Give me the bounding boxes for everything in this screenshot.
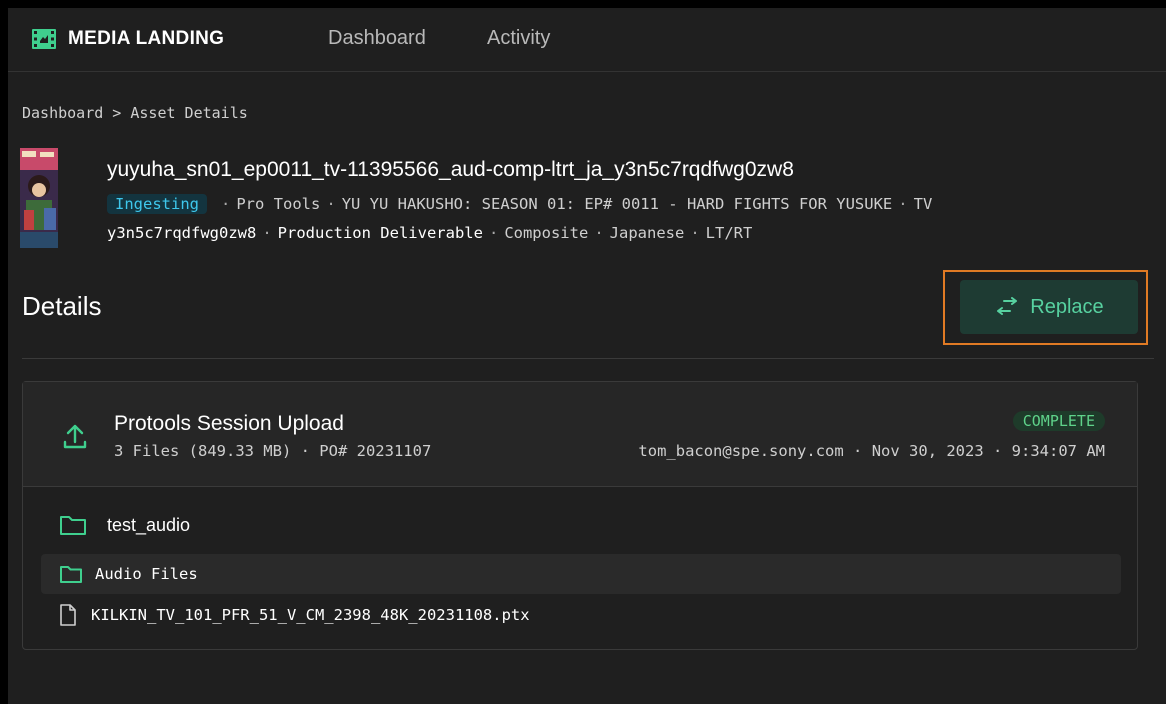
- upload-summary: 3 Files (849.33 MB) · PO# 20231107: [114, 442, 432, 460]
- meta-software: Pro Tools: [236, 195, 321, 213]
- asset-thumbnail: [20, 148, 58, 248]
- file-icon: [60, 604, 76, 626]
- file-row[interactable]: KILKIN_TV_101_PFR_51_V_CM_2398_48K_20231…: [59, 604, 530, 626]
- upload-status-badge: COMPLETE: [1012, 411, 1105, 431]
- separator-dot: ·: [221, 195, 231, 213]
- folder-name: test_audio: [107, 514, 191, 535]
- meta-deliverable-type: Production Deliverable: [277, 224, 483, 242]
- folder-row-audio-files[interactable]: Audio Files: [41, 554, 1121, 594]
- separator-dot: ·: [262, 224, 272, 242]
- replace-button[interactable]: Replace: [960, 280, 1138, 334]
- details-heading: Details: [22, 291, 102, 321]
- upload-icon: [63, 424, 87, 449]
- meta-language: Japanese: [609, 224, 685, 242]
- separator-dot: ·: [594, 224, 604, 242]
- status-badge: Ingesting: [107, 194, 207, 214]
- separator-dot: ·: [326, 195, 336, 213]
- upload-card-header[interactable]: Protools Session Upload 3 Files (849.33 …: [23, 382, 1137, 487]
- asset-meta-line-2: y3n5c7rqdfwg0zw8 · Production Deliverable ·…: [107, 224, 752, 242]
- meta-mix-type: Composite: [504, 224, 589, 242]
- meta-media-type: TV: [913, 195, 933, 213]
- upload-title: Protools Session Upload: [114, 412, 344, 435]
- app-window: MEDIA LANDING Dashboard Activity Dashboa…: [8, 8, 1166, 704]
- asset-meta-line-1: Ingesting · Pro Tools · YU YU HAKUSHO: S…: [107, 194, 932, 214]
- separator-dot: ·: [488, 224, 499, 242]
- replace-button-label: Replace: [1030, 295, 1104, 318]
- top-navigation-bar: MEDIA LANDING Dashboard Activity: [8, 8, 1166, 72]
- app-logo[interactable]: MEDIA LANDING: [32, 28, 224, 50]
- tab-activity[interactable]: Activity: [487, 27, 550, 50]
- meta-series-title: YU YU HAKUSHO: SEASON 01: EP# 0011 - HAR…: [341, 195, 893, 213]
- folder-icon: [60, 516, 86, 535]
- folder-name: Audio Files: [95, 565, 198, 583]
- tab-dashboard[interactable]: Dashboard: [328, 27, 426, 50]
- file-name: KILKIN_TV_101_PFR_51_V_CM_2398_48K_20231…: [91, 606, 530, 624]
- separator-dot: ·: [690, 224, 700, 242]
- folder-row-test-audio[interactable]: test_audio: [59, 514, 190, 536]
- meta-channel-config: LT/RT: [705, 224, 753, 242]
- folder-icon: [60, 566, 82, 583]
- breadcrumb: Dashboard > Asset Details: [22, 104, 248, 122]
- meta-asset-id: y3n5c7rqdfwg0zw8: [107, 224, 257, 242]
- section-divider: [22, 358, 1154, 359]
- asset-title: yuyuha_sn01_ep0011_tv-11395566_aud-comp-…: [107, 158, 794, 181]
- film-logo-icon: [32, 29, 56, 49]
- separator-dot: ·: [898, 195, 908, 213]
- upload-card: Protools Session Upload 3 Files (849.33 …: [22, 381, 1138, 650]
- upload-uploader-info: tom_bacon@spe.sony.com · Nov 30, 2023 · …: [638, 442, 1105, 460]
- swap-arrows-icon: [997, 297, 1018, 315]
- brand-name: MEDIA LANDING: [68, 28, 225, 49]
